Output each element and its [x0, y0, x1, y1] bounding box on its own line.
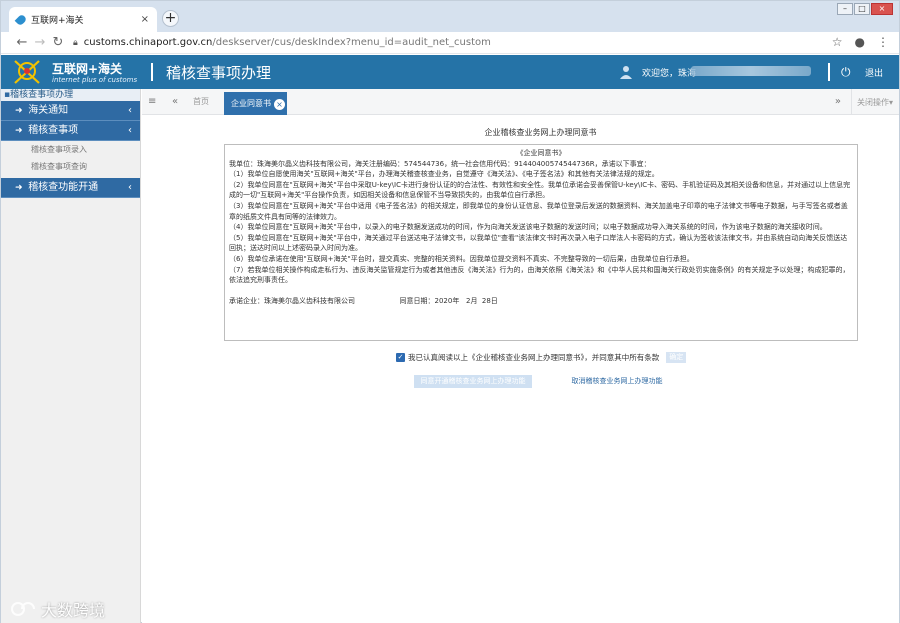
confirm-text: 我已认真阅读以上《企业稽核查业务网上办理同意书》，并同意其中所有条款	[408, 353, 660, 362]
main-content: 企业稽核查业务网上办理同意书 《企业同意书》 我单位：珠海美尔晶义齿科技有限公司…	[142, 116, 899, 623]
browser-tab-strip: 互联网+海关 × + – □ ×	[1, 1, 899, 32]
tab-home[interactable]: 首页	[193, 96, 209, 107]
browser-window: 互联网+海关 × + – □ × ← → ↻ 🔒︎ customs.chinap…	[0, 0, 900, 623]
sidebar-title: ▪稽核查事项办理	[1, 89, 140, 101]
agreement-signature: 承诺企业：珠海美尔晶义齿科技有限公司 同意日期：2020年 2月 28日	[229, 296, 498, 305]
tab-enterprise-agreement[interactable]: 企业同意书 ×	[224, 92, 287, 115]
content-tabbar: ≡ « 首页 企业同意书 × » 关闭操作▾	[142, 89, 899, 115]
chevron-left-icon: ‹	[128, 182, 132, 193]
cancel-enable-button[interactable]: 取消稽核查业务网上办理功能	[562, 375, 672, 388]
agreement-textbox[interactable]: 《企业同意书》 我单位：珠海美尔晶义齿科技有限公司，海关注册编码：5745447…	[224, 144, 858, 341]
logout-link[interactable]: 退出	[865, 66, 883, 79]
address-bar[interactable]: customs.chinaport.gov.cn/deskserver/cus/…	[84, 37, 491, 48]
sidebar-item-audit-entry[interactable]: 稽核查事项录入	[1, 141, 140, 158]
sidebar-group-enable[interactable]: ➜ 稽核查功能开通 ‹	[1, 178, 140, 198]
confirm-checkbox[interactable]: ✓	[396, 353, 405, 362]
power-icon[interactable]: ⏻	[841, 65, 851, 80]
sidebar-item-audit-query[interactable]: 稽核查事项查询	[1, 158, 140, 175]
maximize-icon[interactable]: □	[854, 3, 870, 15]
watermark-text: 大数跨境	[41, 601, 106, 620]
sidebar-group-label: 海关通知	[28, 105, 69, 116]
enter-icon: ➜	[15, 183, 23, 193]
agreement-line: （6）我单位承诺在使用"互联网+海关"平台时，提交真实、完整的相关资料。因我单位…	[229, 254, 694, 263]
agreement-line: （4）我单位同意在"互联网+海关"平台中，以录入的电子数据发送成功的时间，作为向…	[229, 223, 827, 232]
chevron-left-icon: ‹	[128, 105, 132, 116]
window-controls: – □ ×	[837, 3, 893, 15]
app-header: 互联网+海关 internet plus of customs 稽核查事项办理 …	[1, 55, 899, 89]
browser-toolbar: ← → ↻ 🔒︎ customs.chinaport.gov.cn/deskse…	[1, 32, 899, 54]
agreement-heading: 企业稽核查业务网上办理同意书	[484, 128, 597, 137]
reload-icon[interactable]: ↻	[49, 35, 67, 50]
browser-tab[interactable]: 互联网+海关 ×	[9, 7, 157, 32]
tab-label: 企业同意书	[231, 99, 271, 108]
agree-enable-button[interactable]: 同意开通稽核查业务网上办理功能	[414, 375, 532, 388]
sidebar: ▪稽核查事项办理 ➜ 海关通知 ‹ ➜ 稽核查事项 ‹ 稽核查事项录入 稽核查事…	[1, 89, 141, 623]
menu-kebab-icon[interactable]: ⋮	[877, 35, 889, 49]
browser-tab-title: 互联网+海关	[31, 16, 84, 26]
forward-icon[interactable]: →	[31, 35, 49, 50]
watermark: 大数跨境	[9, 597, 105, 621]
close-window-icon[interactable]: ×	[871, 3, 893, 15]
enter-icon: ➜	[15, 106, 23, 116]
close-operations-dropdown[interactable]: 关闭操作▾	[857, 97, 893, 108]
sidebar-group-label: 稽核查功能开通	[28, 182, 99, 193]
enter-icon: ➜	[15, 126, 23, 136]
customs-logo-icon	[14, 60, 40, 84]
agreement-box-title: 《企业同意书》	[516, 149, 566, 157]
url-domain: customs.chinaport.gov.cn	[83, 37, 213, 48]
welcome-text: 欢迎您，珠海	[642, 69, 697, 79]
sidebar-group-notices[interactable]: ➜ 海关通知 ‹	[1, 101, 140, 121]
brand-subtitle: internet plus of customs	[52, 76, 138, 84]
scroll-right-icon[interactable]: »	[835, 96, 841, 107]
page-title: 稽核查事项办理	[166, 64, 272, 82]
header-divider	[151, 63, 153, 81]
bookmark-star-icon[interactable]: ☆	[832, 35, 843, 49]
url-path: /deskserver/cus/deskIndex?menu_id=audit_…	[212, 37, 491, 48]
agreement-line: （2）我单位同意在"互联网+海关"平台中采取U-key\IC卡进行身份认证的的合…	[229, 180, 851, 200]
sidebar-group-label: 稽核查事项	[28, 125, 79, 136]
agreement-line: （7）若我单位相关操作构成走私行为、违反海关监管规定行为或者其他违反《海关法》行…	[229, 265, 850, 285]
confirm-ok-button[interactable]: 确定	[666, 352, 687, 363]
minimize-icon[interactable]: –	[837, 3, 853, 15]
agreement-line: （1）我单位自愿使用海关"互联网+海关"平台，办理海关稽查核查业务，自觉遵守《海…	[229, 170, 659, 179]
user-icon	[620, 66, 632, 79]
menu-toggle-icon[interactable]: ≡	[148, 96, 156, 107]
agreement-line: 我单位：珠海美尔晶义齿科技有限公司，海关注册编码：574544736，统一社会信…	[229, 159, 651, 168]
scroll-left-icon[interactable]: «	[172, 96, 178, 107]
watermark-logo-icon	[11, 602, 35, 616]
sidebar-group-audit[interactable]: ➜ 稽核查事项 ‹	[1, 121, 140, 141]
confirm-row: ✓ 我已认真阅读以上《企业稽核查业务网上办理同意书》，并同意其中所有条款 确定	[396, 352, 687, 363]
back-icon[interactable]: ←	[13, 35, 31, 50]
site-favicon-icon	[14, 13, 28, 26]
header-divider	[828, 63, 830, 81]
lock-icon[interactable]: 🔒︎	[73, 38, 78, 48]
brand-name: 互联网+海关	[52, 62, 123, 76]
new-tab-button[interactable]: +	[162, 10, 179, 27]
agreement-line: （5）我单位同意在"互联网+海关"平台中，海关通过平台送达电子法律文书，以我单位…	[229, 233, 848, 253]
username-redacted	[691, 66, 811, 76]
tab-close-icon[interactable]: ×	[141, 14, 149, 25]
agreement-line: （3）我单位同意在"互联网+海关"平台中适用《电子签名法》的相关规定，即我单位的…	[229, 201, 848, 221]
tab-close-icon[interactable]: ×	[274, 99, 285, 110]
profile-icon[interactable]: ●	[855, 35, 865, 49]
chevron-left-icon: ‹	[128, 125, 132, 136]
